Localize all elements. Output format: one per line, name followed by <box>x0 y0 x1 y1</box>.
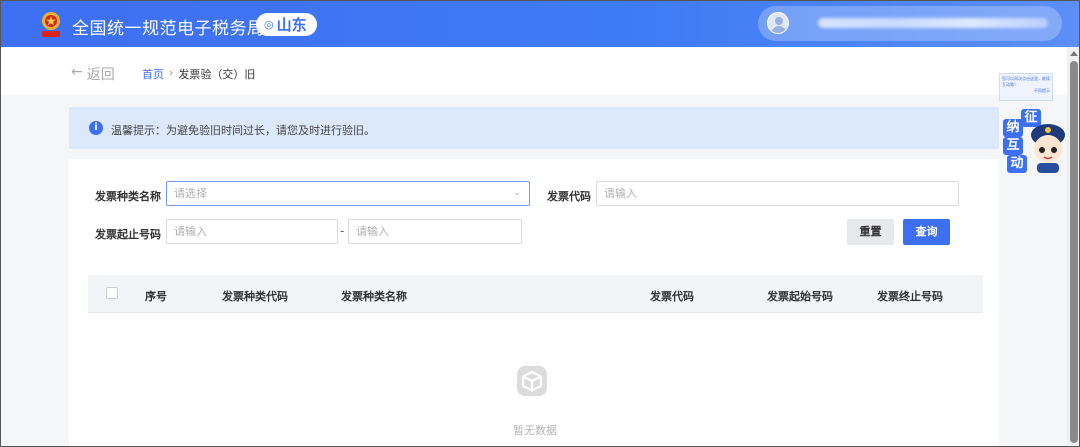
app-window: 全国统一规范电子税务局 ◎ 山东 ← 返回 首页 › 发票验（交）旧 i 温馨提… <box>0 0 1080 447</box>
tip-notice: i 温馨提示：为避免验旧时间过长，请您及时进行验旧。 <box>69 107 999 149</box>
scrollbar-thumb[interactable] <box>1070 61 1078 443</box>
page-scrollbar[interactable] <box>1067 47 1079 446</box>
breadcrumb-home-link[interactable]: 首页 <box>142 66 164 82</box>
invoice-code-label: 发票代码 <box>547 190 591 203</box>
tip-text: 温馨提示：为避免验旧时间过长，请您及时进行验旧。 <box>111 124 375 137</box>
arrow-left-icon: ← <box>71 64 83 80</box>
interaction-tip[interactable]: 您可以再次点击这里，继续互动哦！ 不再提示 <box>999 73 1053 101</box>
back-button[interactable]: ← 返回 <box>71 64 115 84</box>
breadcrumb: 首页 › 发票验（交）旧 <box>142 66 255 82</box>
chevron-down-icon: ⌄ <box>513 188 521 198</box>
location-pin-icon: ◎ <box>264 18 274 31</box>
query-button[interactable]: 查询 <box>903 219 950 245</box>
info-icon: i <box>89 121 103 135</box>
invoice-type-label: 发票种类名称 <box>95 190 161 203</box>
back-label: 返回 <box>86 67 115 83</box>
invoice-code-placeholder: 请输入 <box>604 187 637 200</box>
avatar <box>767 12 789 34</box>
column-header: 发票代码 <box>650 290 694 303</box>
empty-box-icon <box>517 366 547 396</box>
breadcrumb-current: 发票验（交）旧 <box>178 68 256 81</box>
number-end-placeholder: 请输入 <box>356 225 389 238</box>
reset-button[interactable]: 重置 <box>847 219 894 245</box>
empty-state-text: 暂无数据 <box>513 424 557 437</box>
mascot-char: 动 <box>1007 155 1027 173</box>
mascot-char: 纳 <box>1003 119 1023 137</box>
select-all-checkbox[interactable] <box>106 287 118 299</box>
user-account-menu[interactable] <box>758 6 1062 41</box>
number-end-input[interactable]: 请输入 <box>348 219 522 244</box>
interaction-tip-text: 您可以再次点击这里，继续互动哦！ <box>1002 76 1050 87</box>
column-header: 发票种类名称 <box>341 290 407 303</box>
column-header: 发票起始号码 <box>767 290 833 303</box>
column-header: 序号 <box>145 290 167 303</box>
number-range-label: 发票起止号码 <box>95 228 161 241</box>
site-title[interactable]: 全国统一规范电子税务局 <box>72 14 265 39</box>
dismiss-tip-link[interactable]: 不再提示 <box>1002 88 1050 94</box>
number-start-input[interactable]: 请输入 <box>166 219 338 244</box>
region-name: 山东 <box>276 16 307 34</box>
invoice-type-select[interactable]: 请选择 ⌄ <box>166 181 530 206</box>
column-header: 发票终止号码 <box>877 290 943 303</box>
scroll-up-icon[interactable] <box>1070 51 1078 56</box>
breadcrumb-bar: ← 返回 首页 › 发票验（交）旧 <box>1 47 1067 95</box>
invoice-type-placeholder: 请选择 <box>174 187 207 200</box>
region-selector[interactable]: ◎ 山东 <box>256 13 317 36</box>
national-emblem-icon <box>42 12 60 37</box>
user-name-redacted <box>818 18 1048 28</box>
number-start-placeholder: 请输入 <box>174 225 207 238</box>
column-header: 发票种类代码 <box>222 290 288 303</box>
interaction-mascot-button[interactable]: 征 纳 互 动 <box>999 109 1069 173</box>
mascot-char: 互 <box>1003 137 1023 155</box>
tax-officer-mascot-icon <box>1031 124 1065 173</box>
top-header: 全国统一规范电子税务局 ◎ 山东 <box>1 1 1079 47</box>
table-header: 序号 发票种类代码 发票种类名称 发票代码 发票起始号码 发票终止号码 <box>88 275 983 313</box>
breadcrumb-separator: › <box>169 66 174 79</box>
invoice-code-input[interactable]: 请输入 <box>596 181 959 206</box>
range-dash: - <box>340 224 345 238</box>
